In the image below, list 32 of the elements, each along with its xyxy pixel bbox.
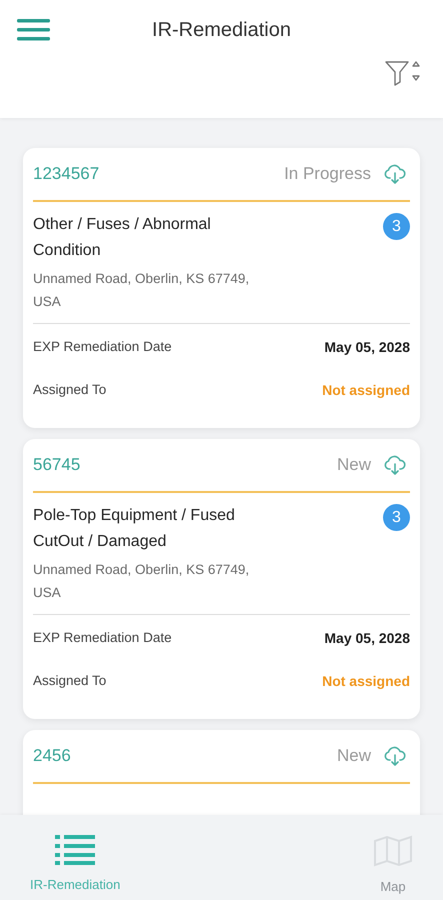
status-label: New [336,745,371,768]
nav-tab[interactable]: IR-Remediation [30,835,120,900]
field-label: Assigned To [33,380,106,399]
field-value: Not assigned [322,380,410,400]
page-title: IR-Remediation [152,18,291,43]
status-label: New [336,454,371,476]
count-badge: 3 [383,213,410,240]
status-label: In Progress [284,163,371,186]
remediation-card[interactable]: 56745 New Pole-Top Equipment / Fused CutOut / Damaged Unnamed Road, Oberlin, KS 67749, USA 3 EXP Remediation Date May 05, 2028 Assigned To Not assigned [23,439,420,719]
cloud-download-icon[interactable] [383,745,407,767]
menu-icon[interactable] [17,19,50,41]
address-text: Unnamed Road, Oberlin, KS 67749, USA [33,561,250,602]
defect-title: Other / Fuses / Abnormal Condition [33,215,212,261]
field-label: EXP Remediation Date [33,338,172,356]
map-icon [373,835,413,867]
count-badge: 3 [383,504,410,531]
field-value: May 05, 2028 [324,338,410,357]
cloud-download-icon[interactable] [383,454,407,476]
nav-tab[interactable]: Map [373,835,413,900]
field-label: EXP Remediation Date [33,628,172,647]
field-label: Assigned To [33,672,106,690]
remediation-card[interactable]: 1234567 In Progress Other / Fuses / Abnormal Condition Unnamed Road, Oberlin, KS 67749, USA 3 EXP Remediation Date May 05, 2028 Assigned To Not assigned [23,148,420,428]
remediation-card[interactable]: 2456 New [23,730,420,815]
field-value: Not assigned [322,672,410,691]
list-icon [55,835,96,865]
address-text: Unnamed Road, Oberlin, KS 67749, USA [33,270,250,311]
field-value: May 05, 2028 [324,628,410,648]
cloud-download-icon[interactable] [383,163,407,185]
card-id: 56745 [33,454,80,476]
card-id: 1234567 [33,163,100,186]
defect-title: Pole-Top Equipment / Fused CutOut / Damaged [33,506,236,552]
card-id: 2456 [33,745,71,768]
